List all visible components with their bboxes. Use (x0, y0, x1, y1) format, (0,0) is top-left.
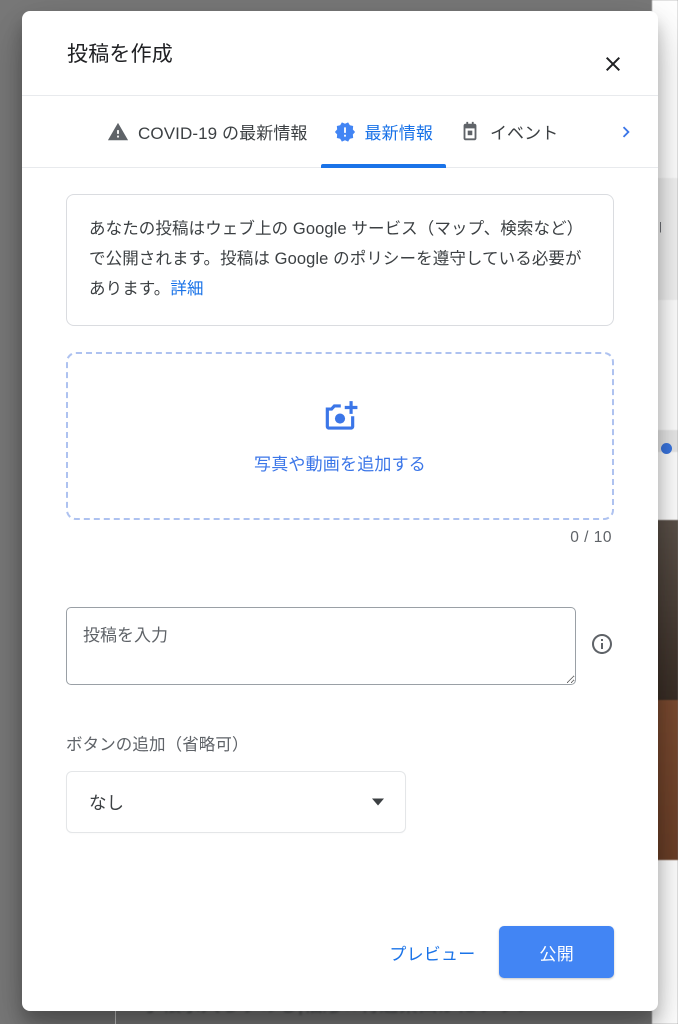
post-text-row (66, 607, 614, 685)
cta-button-section: ボタンの追加（省略可） なし (66, 731, 614, 833)
background-blue-dot (661, 443, 672, 454)
dialog-footer: プレビュー 公開 (22, 911, 658, 1011)
tab-label: イベント (489, 124, 559, 143)
post-type-tabs: COVID-19 の最新情報 最新情報 イベント (22, 96, 658, 168)
chevron-right-icon[interactable] (608, 114, 644, 150)
add-a-photo-icon (321, 398, 359, 441)
dialog-body: あなたの投稿はウェブ上の Google サービス（マップ、検索など）で公開されま… (22, 168, 658, 911)
publish-button[interactable]: 公開 (499, 926, 614, 978)
page-title: 投稿を作成 (67, 43, 173, 66)
policy-notice: あなたの投稿はウェブ上の Google サービス（マップ、検索など）で公開されま… (66, 194, 614, 326)
learn-more-link[interactable]: 詳細 (170, 280, 203, 298)
add-media-dropzone[interactable]: 写真や動画を追加する (66, 352, 614, 520)
policy-notice-text: あなたの投稿はウェブ上の Google サービス（マップ、検索など）で公開されま… (89, 220, 584, 298)
photo-counter: 0 / 10 (570, 529, 612, 546)
tab-whats-new[interactable]: 最新情報 (320, 96, 446, 168)
add-media-label: 写真や動画を追加する (254, 454, 426, 474)
tab-event[interactable]: イベント (446, 96, 571, 167)
close-icon-glyph (606, 57, 620, 71)
create-post-dialog: 投稿を作成 COVID-19 の最新情報 最新情報 イベント あなたの投稿はウェ… (22, 11, 658, 1011)
post-text-input[interactable] (66, 607, 576, 685)
dialog-header: 投稿を作成 (22, 11, 658, 96)
tab-active-indicator (320, 164, 446, 168)
chevron-right-icon-glyph (622, 126, 630, 138)
info-circle-icon[interactable] (590, 631, 614, 657)
cta-button-select[interactable]: なし (66, 771, 406, 833)
cta-button-select-wrapper: なし (66, 771, 406, 833)
update-badge-icon (334, 121, 356, 143)
calendar-icon (459, 121, 481, 143)
warning-triangle-icon (107, 121, 129, 143)
close-icon[interactable] (590, 41, 636, 87)
info-circle-icon-glyph (591, 634, 612, 654)
cta-button-label: ボタンの追加（省略可） (66, 736, 249, 754)
cta-button-selected-value: なし (89, 792, 124, 813)
tab-label: COVID-19 の最新情報 (138, 124, 308, 143)
tab-covid-update[interactable]: COVID-19 の最新情報 (94, 96, 321, 167)
tab-label: 最新情報 (364, 124, 433, 143)
preview-button[interactable]: プレビュー (371, 928, 493, 977)
